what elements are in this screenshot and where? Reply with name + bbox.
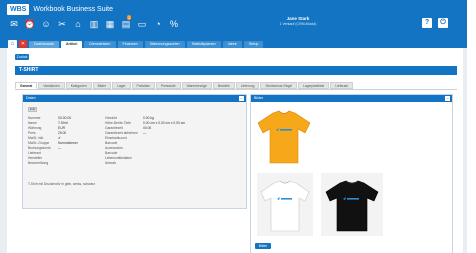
- tab-general[interactable]: General: [15, 82, 38, 89]
- upload-images-button[interactable]: Bilder: [255, 243, 271, 249]
- calendar-icon-glyph: ▦: [105, 19, 115, 29]
- suite-name: Workbook Business Suite: [33, 6, 113, 13]
- module-tab-jahre[interactable]: Jahre: [222, 41, 242, 48]
- tab-sichtschutz-regel[interactable]: Sichtschutz-Regel: [260, 82, 298, 89]
- tab-lieferung[interactable]: Lieferung: [235, 82, 260, 89]
- yellow-tshirt-image[interactable]: [255, 107, 313, 165]
- field-label: Beschreibung: [28, 161, 49, 165]
- tab-lagerplatzliste[interactable]: Lagerplatzliste: [298, 82, 330, 89]
- tab-bestelle[interactable]: Bestelle: [213, 82, 235, 89]
- module-tab-setup[interactable]: Setup: [243, 41, 264, 48]
- notification-badge: 1: [127, 15, 132, 20]
- notes-icon-glyph: ▤: [121, 19, 131, 29]
- top-header: WBS Workbook Business Suite ✉ ⏰ ☺ ✂ ⌂ ▥ ▦ ▤ 1 ▭ ◔%…: [0, 0, 467, 40]
- module-tab-st-mmungssorten[interactable]: Stämmungssorten: [144, 41, 185, 48]
- chart-icon-glyph: ▥: [89, 19, 99, 29]
- details-panel-title: Daten: [26, 96, 36, 100]
- page-edge: [467, 0, 476, 253]
- edit-button[interactable]: Edit: [28, 107, 37, 112]
- tools-icon[interactable]: ✂: [56, 18, 68, 30]
- help-button[interactable]: ?: [422, 18, 432, 28]
- close-icon[interactable]: ✕: [19, 40, 27, 48]
- folder-icon-glyph: ▭: [137, 19, 147, 29]
- details-right-column: Gewicht 0.00 kg Höhe-Breite-Tiefe 0.00 cm x…: [105, 116, 185, 166]
- percent-icon-glyph: %: [169, 19, 178, 29]
- logo-badge: WBS: [7, 4, 30, 15]
- tshirt-body: [257, 110, 311, 164]
- tab-divider: [15, 89, 457, 90]
- field-value: —: [143, 131, 147, 135]
- tab-variationen[interactable]: Variationen: [38, 82, 65, 89]
- calendar-icon[interactable]: ▦: [104, 18, 116, 30]
- main-content: Zurück T-SHIRT General Variationen Kategor…: [7, 48, 463, 253]
- page-title: T-SHIRT: [15, 66, 457, 75]
- black-tshirt-image[interactable]: [321, 173, 383, 236]
- tab-preisliste[interactable]: Preisliste: [131, 82, 155, 89]
- folder-icon[interactable]: ▭: [136, 18, 148, 30]
- module-tab-dienstleisten[interactable]: Dienstleisten: [84, 41, 116, 48]
- tab-bilder[interactable]: Bilder: [92, 82, 112, 89]
- warehouse-icon-glyph: ⌂: [75, 19, 81, 29]
- field-row: Artwork: [105, 161, 185, 166]
- module-tab-statistikplanen[interactable]: Statistikplanen: [186, 41, 221, 48]
- tab-preisstufe[interactable]: Preisstufe: [155, 82, 181, 89]
- tab-lieferant[interactable]: Lieferant: [330, 82, 354, 89]
- description-text: T-Shirt mit Druckmotiv in gelb, weiss, s…: [28, 182, 96, 186]
- module-tab-dashboards[interactable]: Dashboards: [29, 41, 59, 48]
- module-tab-artikel[interactable]: Artikel: [60, 41, 83, 48]
- images-panel-title: Bilder: [254, 96, 264, 100]
- home-icon[interactable]: ⌂: [8, 40, 17, 48]
- field-value: —: [58, 146, 62, 150]
- mail-icon-glyph: ✉: [10, 19, 18, 29]
- user-info[interactable]: Jane Stark 1 Verkauf (CRM-Modul): [268, 16, 328, 27]
- white-tshirt-image[interactable]: [257, 173, 313, 236]
- percent-icon[interactable]: %: [168, 18, 180, 30]
- field-label: Artwork: [105, 161, 117, 165]
- tab-kategorien[interactable]: Kategorien: [65, 82, 92, 89]
- images-panel-header: Bilder −: [251, 95, 452, 102]
- images-panel: Bilder − Bilder: [250, 94, 453, 253]
- back-button[interactable]: Zurück: [15, 54, 29, 60]
- sub-tab-bar: General Variationen Kategorien Bilder Lager P…: [15, 82, 354, 89]
- app-window: WBS Workbook Business Suite ✉ ⏰ ☺ ✂ ⌂ ▥ ▦ ▤ 1 ▭ ◔%…: [0, 0, 467, 253]
- details-left-column: Nummer 00-00-00 Name T-Shirt Währung EUR Preis…: [28, 116, 78, 166]
- alarm-icon-glyph: ⏰: [24, 19, 36, 29]
- tools-icon-glyph: ✂: [58, 19, 66, 29]
- chart-icon[interactable]: ▥: [88, 18, 100, 30]
- notes-icon[interactable]: ▤ 1: [120, 15, 132, 30]
- collapse-icon[interactable]: −: [239, 96, 244, 101]
- user-role: 1 Verkauf (CRM-Modul): [279, 22, 317, 26]
- tab-lager[interactable]: Lager: [112, 82, 131, 89]
- collapse-icon[interactable]: −: [445, 96, 450, 101]
- warehouse-icon[interactable]: ⌂: [72, 18, 84, 30]
- field-row: Beschreibung: [28, 161, 78, 166]
- mail-icon[interactable]: ✉: [8, 18, 20, 30]
- tab-warenbez-ge[interactable]: Warenbezüge: [181, 82, 212, 89]
- details-panel: Daten − Edit Nummer 00-00-00 Name T-Shirt Wä…: [22, 94, 247, 209]
- people-icon-glyph: ☺: [41, 19, 51, 29]
- people-icon[interactable]: ☺: [40, 18, 52, 30]
- report-icon-glyph: ◔: [155, 19, 161, 29]
- logout-button[interactable]: ⏻: [438, 18, 448, 28]
- alarm-icon[interactable]: ⏰: [24, 18, 36, 30]
- details-panel-header: Daten −: [23, 95, 246, 102]
- module-tab-strip: ⌂ ✕ Dashboards Artikel Dienstleisten Finanz…: [0, 40, 467, 48]
- module-toolbar: ✉ ⏰ ☺ ✂ ⌂ ▥ ▦ ▤ 1 ▭ ◔%: [8, 15, 180, 32]
- app-logo[interactable]: WBS Workbook Business Suite: [7, 4, 113, 15]
- report-icon[interactable]: ◔: [152, 18, 164, 30]
- module-tab-finanzen[interactable]: Finanzen: [117, 41, 143, 48]
